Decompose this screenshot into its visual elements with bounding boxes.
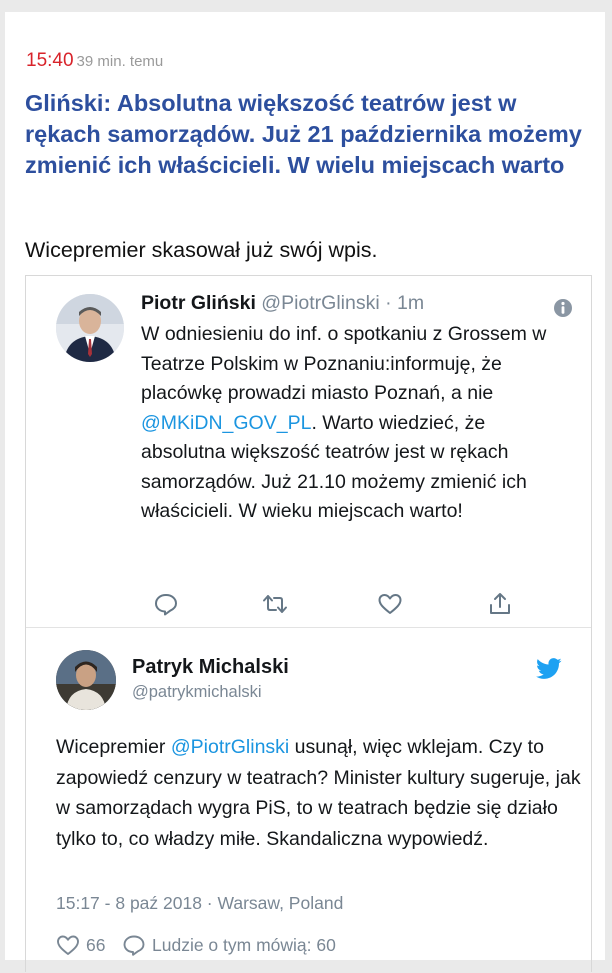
author-name[interactable]: Piotr Gliński: [141, 292, 256, 314]
tweet-actions: [141, 592, 521, 616]
tweet-text-block: Wicepremier @PiotrGlinski usunął, więc w…: [56, 732, 586, 854]
main-tweet: Patryk Michalski @patrykmichalski Wicepr…: [26, 628, 591, 973]
quoted-tweet-header: Piotr Gliński @PiotrGlinski · 1m: [141, 292, 424, 315]
retweet-icon[interactable]: [262, 592, 288, 616]
author-name[interactable]: Patryk Michalski: [132, 656, 289, 679]
quoted-tweet-text: W odniesieniu do inf. o spotkaniu z Gros…: [141, 320, 561, 527]
tweet-timestamp[interactable]: 15:17 - 8 paź 2018 · Warsaw, Poland: [56, 893, 343, 914]
article-headline[interactable]: Gliński: Absolutna większość teatrów jes…: [25, 88, 585, 181]
article-page: 15:40 39 min. temu Gliński: Absolutna wię…: [5, 12, 605, 972]
author-handle[interactable]: @patrykmichalski: [132, 683, 262, 702]
embedded-tweet: Piotr Gliński @PiotrGlinski · 1m W odnie…: [25, 275, 592, 972]
article-lead: Wicepremier skasował już swój wpis.: [25, 238, 378, 262]
tweet-age: · 1m: [379, 292, 425, 314]
reply-icon[interactable]: [153, 592, 179, 616]
avatar[interactable]: [56, 650, 116, 710]
avatar[interactable]: [56, 294, 124, 362]
article-meta: 15:40 39 min. temu: [26, 50, 163, 72]
author-handle[interactable]: @PiotrGlinski: [261, 292, 379, 314]
info-icon[interactable]: [553, 298, 573, 318]
quoted-tweet: Piotr Gliński @PiotrGlinski · 1m W odnie…: [26, 276, 591, 628]
mention-link[interactable]: @PiotrGlinski: [171, 736, 289, 758]
twitter-bird-icon[interactable]: [536, 658, 562, 680]
publish-time: 15:40: [26, 50, 74, 71]
tweet-text: W odniesieniu do inf. o spotkaniu z Gros…: [141, 323, 547, 404]
mention-link[interactable]: @MKiDN_GOV_PL: [141, 412, 311, 434]
like-icon[interactable]: [56, 934, 80, 956]
like-icon[interactable]: [377, 592, 403, 616]
time-ago: 39 min. temu: [76, 53, 164, 70]
talking-count[interactable]: Ludzie o tym mówią: 60: [152, 935, 336, 956]
share-icon[interactable]: [487, 592, 513, 616]
tweet-text: Wicepremier: [56, 736, 171, 758]
comment-icon[interactable]: [122, 934, 146, 956]
like-count: 66: [86, 935, 106, 955]
